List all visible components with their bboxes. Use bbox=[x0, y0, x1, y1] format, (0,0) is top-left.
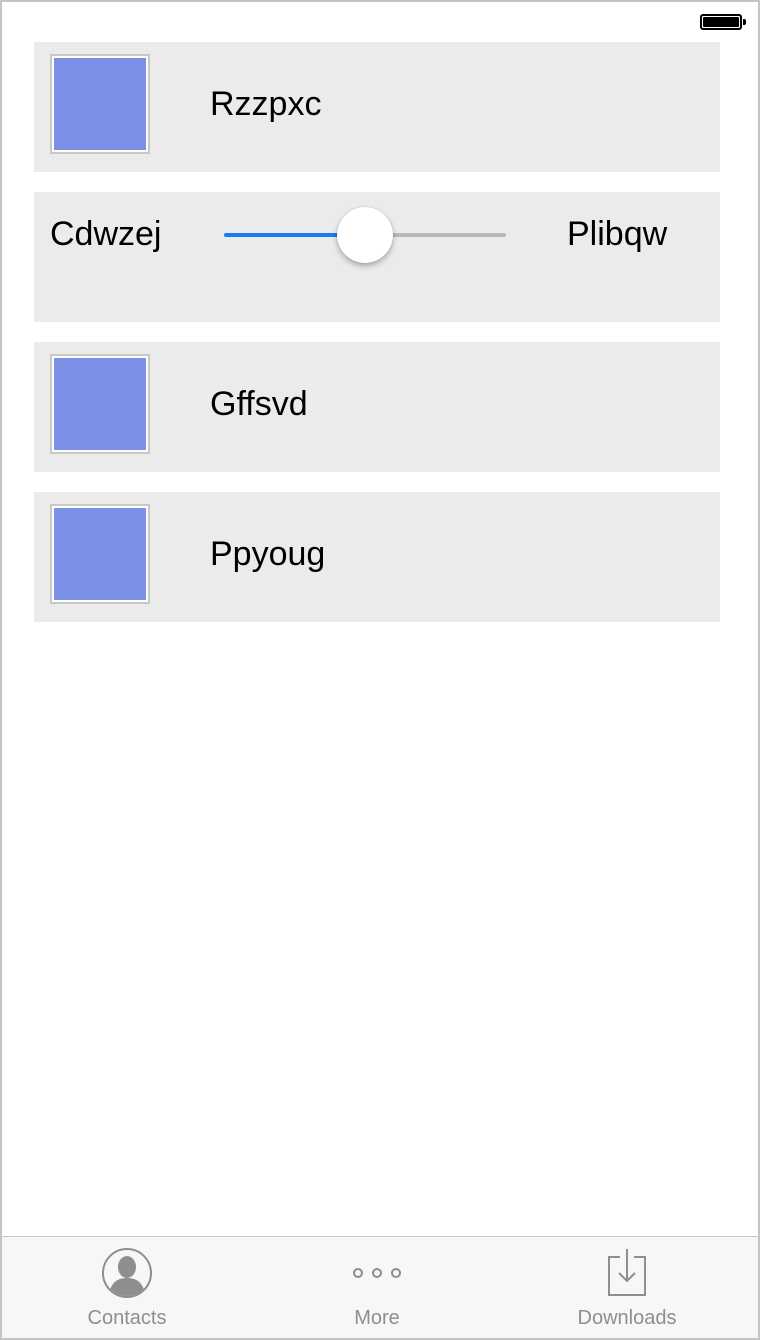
tab-downloads[interactable]: Downloads bbox=[502, 1237, 752, 1338]
slider-min-label: Cdwzej bbox=[50, 215, 162, 253]
slider-knob[interactable] bbox=[337, 207, 393, 263]
image-placeholder bbox=[50, 504, 150, 604]
tab-label: Contacts bbox=[87, 1307, 167, 1329]
slider-row: Cdwzej Plibqw bbox=[34, 192, 720, 322]
more-icon bbox=[353, 1268, 401, 1278]
slider-max-label: Plibqw bbox=[567, 215, 668, 253]
image-placeholder bbox=[50, 54, 150, 154]
image-placeholder bbox=[50, 354, 150, 454]
tab-contacts[interactable]: Contacts bbox=[2, 1237, 252, 1338]
slider-track[interactable] bbox=[224, 207, 506, 263]
battery-icon bbox=[700, 14, 746, 30]
app-screen: Rzzpxc Cdwzej Plibqw Gffsvd Ppyoug Conta… bbox=[0, 0, 760, 1340]
downloads-icon bbox=[608, 1249, 646, 1296]
status-bar bbox=[2, 2, 758, 42]
list-item-label: Gffsvd bbox=[210, 385, 308, 423]
list-item-label: Ppyoug bbox=[210, 535, 326, 573]
contacts-icon bbox=[102, 1248, 152, 1298]
image-swatch bbox=[54, 58, 146, 150]
list-item[interactable]: Gffsvd bbox=[34, 342, 720, 472]
tab-more[interactable]: More bbox=[252, 1237, 502, 1338]
image-swatch bbox=[54, 508, 146, 600]
list-item[interactable]: Ppyoug bbox=[34, 492, 720, 622]
tab-bar: Contacts More Downloads bbox=[2, 1236, 758, 1338]
list-item-label: Rzzpxc bbox=[210, 85, 322, 123]
tab-label: More bbox=[354, 1307, 400, 1329]
tab-label: Downloads bbox=[577, 1307, 677, 1329]
list-item[interactable]: Rzzpxc bbox=[34, 42, 720, 172]
image-swatch bbox=[54, 358, 146, 450]
